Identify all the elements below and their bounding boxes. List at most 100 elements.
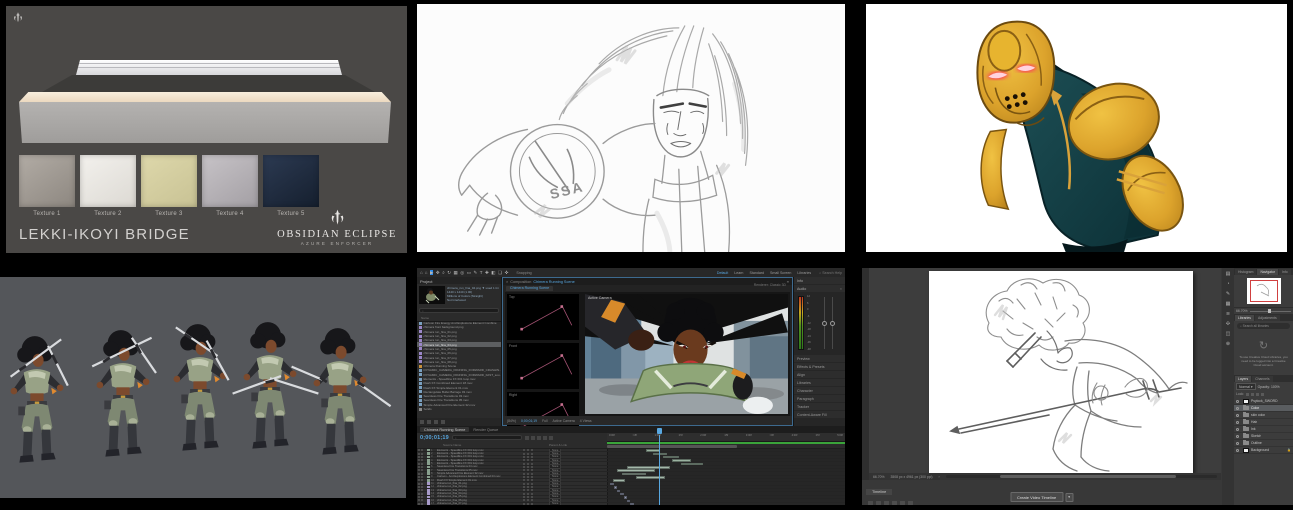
layer-track[interactable]	[607, 452, 845, 454]
layer-track[interactable]	[607, 472, 845, 474]
visibility-toggle[interactable]	[1236, 428, 1241, 431]
workspace-tab[interactable]: Default	[717, 271, 728, 275]
label-color-chip[interactable]	[427, 469, 430, 472]
project-file-row[interactable]: Solids	[417, 407, 501, 411]
new-folder-icon[interactable]	[427, 420, 431, 424]
layer-name[interactable]: Ink	[1251, 427, 1256, 431]
workspace-tab[interactable]: Libraries	[797, 271, 811, 275]
layer-mode-switches[interactable]	[523, 493, 549, 495]
panel-header[interactable]: Character	[794, 387, 845, 394]
blend-mode-select[interactable]: Normal ▾	[1236, 383, 1256, 390]
label-color-chip[interactable]	[427, 476, 430, 479]
visibility-toggle[interactable]	[1236, 414, 1241, 417]
layer-mode-switches[interactable]	[523, 489, 549, 491]
visibility-toggle[interactable]	[1236, 442, 1241, 445]
layer-switches[interactable]	[417, 473, 427, 475]
layer-track[interactable]	[607, 449, 845, 451]
tool-icon[interactable]: ▭	[467, 270, 471, 275]
tool-icon[interactable]: ⌂	[425, 270, 428, 275]
panel-icon[interactable]: ▤	[1226, 272, 1231, 277]
layer-track[interactable]	[607, 482, 845, 484]
view-frame[interactable]: Front	[507, 343, 579, 389]
visibility-toggle[interactable]	[1236, 407, 1241, 410]
status-arrow-icon[interactable]: ›	[939, 475, 940, 479]
layer-switches[interactable]	[417, 493, 427, 495]
panel-header[interactable]: Content-Aware Fill	[794, 411, 845, 418]
panel-menu-icon[interactable]: ≡	[787, 280, 789, 284]
layer-mode-switches[interactable]	[523, 483, 549, 485]
layer-switches[interactable]	[417, 449, 427, 451]
layer-row[interactable]: Outline	[1234, 440, 1293, 447]
panel-header[interactable]: Align	[794, 371, 845, 378]
layer-name[interactable]: Psylock_SWORD	[1251, 399, 1278, 403]
right-channel-slider[interactable]	[832, 297, 833, 349]
viewer-timecode[interactable]: 0;00;01;19	[521, 419, 537, 423]
tool-icon[interactable]: T	[480, 270, 483, 275]
panel-header[interactable]: Tracker	[794, 403, 845, 410]
view-frame[interactable]: Top	[507, 294, 579, 340]
layer-switches[interactable]	[417, 463, 427, 465]
layer-mode-switches[interactable]	[523, 473, 549, 475]
label-color-chip[interactable]	[427, 472, 430, 475]
layer-track[interactable]	[607, 456, 845, 458]
zoom-readout[interactable]: 66.70%	[873, 475, 885, 479]
panel-icon[interactable]: ≋	[1226, 312, 1230, 317]
layer-mode-switches[interactable]	[523, 476, 549, 478]
parent-link-header[interactable]: Parent & Link	[549, 443, 567, 447]
composition-name[interactable]: Chimera Running Scene	[533, 280, 574, 284]
close-icon[interactable]: ×	[840, 287, 842, 291]
layer-switches[interactable]	[417, 489, 427, 491]
playhead-handle[interactable]	[657, 428, 662, 434]
audio-panel-tab[interactable]: Audio	[797, 287, 806, 291]
layer-name[interactable]: skin color	[1251, 413, 1265, 417]
work-area-bar[interactable]	[607, 445, 737, 448]
panel-header[interactable]: Libraries	[794, 379, 845, 386]
layer-mode-switches[interactable]	[523, 466, 549, 468]
tool-icon[interactable]: ✚	[485, 270, 489, 275]
layer-row[interactable]: Background 🔒	[1234, 447, 1293, 454]
panel-header[interactable]: Effects & Presets	[794, 363, 845, 370]
visibility-toggle[interactable]	[1236, 421, 1241, 424]
left-channel-slider[interactable]	[824, 297, 825, 349]
layer-track[interactable]	[607, 503, 845, 505]
composition-subtab[interactable]: Chimera Running Scene	[506, 286, 553, 291]
tool-icon[interactable]: ▦	[454, 270, 458, 275]
layer-mode-switches[interactable]	[523, 486, 549, 488]
layer-switches[interactable]	[417, 483, 427, 485]
layer-track[interactable]	[607, 476, 845, 478]
panel-icon[interactable]: ◔	[1226, 282, 1229, 287]
panel-tab[interactable]: Histogram	[1235, 269, 1256, 275]
layer-track[interactable]	[607, 489, 845, 491]
visibility-toggle[interactable]	[1236, 400, 1241, 403]
workspace-tab[interactable]: Small Screen	[770, 271, 791, 275]
layer-mode-switches[interactable]	[523, 453, 549, 455]
resolution-select[interactable]: Full	[542, 419, 547, 423]
project-tab[interactable]: Project	[417, 277, 501, 284]
tool-icon[interactable]: ▶	[430, 270, 433, 275]
current-timecode[interactable]: 0;00;01;19	[420, 435, 449, 441]
close-icon[interactable]: ×	[506, 280, 508, 284]
panel-tab[interactable]: Navigator	[1257, 269, 1278, 275]
layer-name[interactable]: Hair	[1251, 420, 1257, 424]
layer-name[interactable]: Color	[1251, 406, 1259, 410]
layer-track[interactable]	[607, 499, 845, 501]
workspace-tab[interactable]: Learn	[734, 271, 743, 275]
panel-header[interactable]: Preview	[794, 355, 845, 362]
timeline-comp-tab[interactable]: Chimera Running Scene	[420, 427, 469, 432]
layer-switches[interactable]	[417, 476, 427, 478]
panel-icon[interactable]: ⊕	[1226, 342, 1230, 347]
timeline-search-input[interactable]: ⌕	[452, 435, 522, 440]
layer-name[interactable]: Outline	[1251, 441, 1262, 445]
lock-position-icon[interactable]	[1256, 393, 1259, 396]
time-ruler[interactable]: 0:00f:15f1:00f:15f2:00f:15f3:00f:15f4:00…	[607, 433, 845, 442]
layer-mode-switches[interactable]	[523, 469, 549, 471]
panel-header[interactable]: Paragraph	[794, 395, 845, 402]
render-queue-tab[interactable]: Render Queue	[473, 428, 498, 432]
layer-switches[interactable]	[417, 459, 427, 461]
panel-icon[interactable]: ▦	[1226, 302, 1231, 307]
layer-switches[interactable]	[417, 496, 427, 498]
panel-tab[interactable]: Info	[1279, 269, 1291, 275]
active-camera-view[interactable]: Active Camera Renderer: Classic 3D	[585, 294, 788, 414]
timeline-toggle-icons[interactable]	[525, 436, 553, 440]
camera-select[interactable]: Active Camera	[553, 419, 575, 423]
